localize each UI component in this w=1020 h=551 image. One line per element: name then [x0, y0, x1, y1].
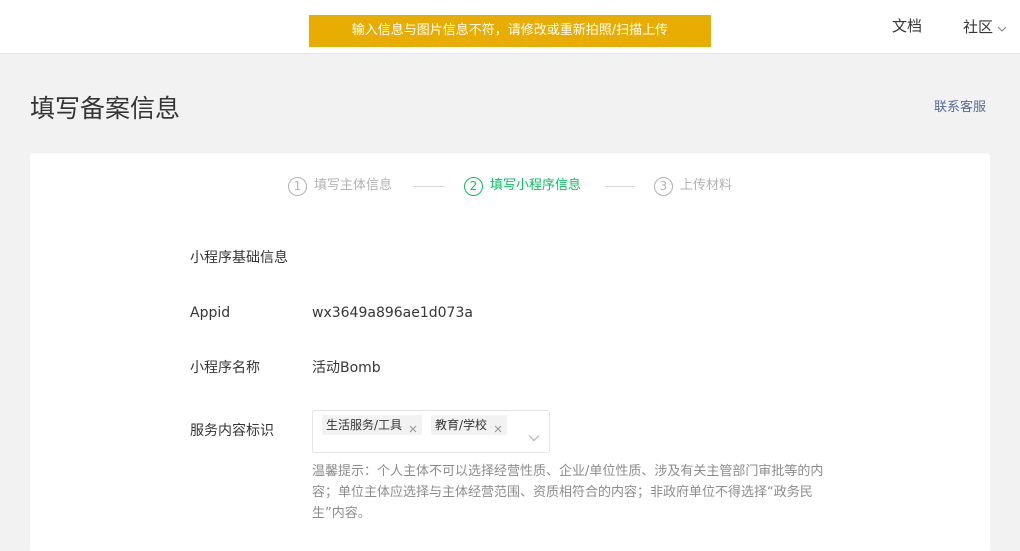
top-bar: 输入信息与图片信息不符，请修改或重新拍照/扫描上传 文档 社区 — [0, 0, 1020, 54]
nav-community-label: 社区 — [963, 17, 994, 36]
step-2-label: 填写小程序信息 — [490, 178, 582, 193]
service-tag-label: 生活服务/工具 — [326, 418, 403, 432]
step-1-number: 1 — [288, 176, 307, 196]
miniprogram-name-label: 小程序名称 — [190, 360, 260, 376]
step-3: 3 上传材料 — [654, 176, 732, 196]
step-2-number: 2 — [464, 176, 483, 196]
error-alert-banner: 输入信息与图片信息不符，请修改或重新拍照/扫描上传 — [309, 15, 711, 47]
page-title: 填写备案信息 — [30, 94, 181, 123]
step-divider — [605, 186, 635, 187]
section-title: 小程序基础信息 — [190, 250, 288, 266]
appid-label: Appid — [190, 305, 231, 321]
service-tag-label: 教育/学校 — [435, 418, 488, 432]
nav-docs-link[interactable]: 文档 — [892, 15, 922, 37]
step-3-number: 3 — [654, 176, 673, 196]
chevron-down-icon — [997, 16, 1007, 38]
remove-tag-icon[interactable] — [493, 420, 503, 433]
chevron-down-icon[interactable] — [528, 427, 540, 446]
step-divider — [413, 186, 445, 187]
step-1-label: 填写主体信息 — [314, 178, 393, 193]
step-2: 2 填写小程序信息 — [464, 176, 581, 196]
miniprogram-name-value: 活动Bomb — [312, 360, 381, 376]
appid-value: wx3649a896ae1d073a — [312, 305, 473, 321]
service-category-select[interactable]: 生活服务/工具 教育/学校 — [312, 410, 550, 453]
step-1: 1 填写主体信息 — [288, 176, 392, 196]
warm-tip-text: 温馨提示：个人主体不可以选择经营性质、企业/单位性质、涉及有关主管部门审批等的内… — [312, 464, 824, 521]
step-3-label: 上传材料 — [680, 178, 733, 193]
service-tag: 教育/学校 — [431, 415, 508, 435]
remove-tag-icon[interactable] — [408, 420, 418, 433]
service-tag: 生活服务/工具 — [322, 415, 423, 435]
nav-community-menu[interactable]: 社区 — [963, 15, 1007, 38]
service-category-label: 服务内容标识 — [190, 423, 274, 439]
contact-support-link[interactable]: 联系客服 — [934, 98, 986, 118]
